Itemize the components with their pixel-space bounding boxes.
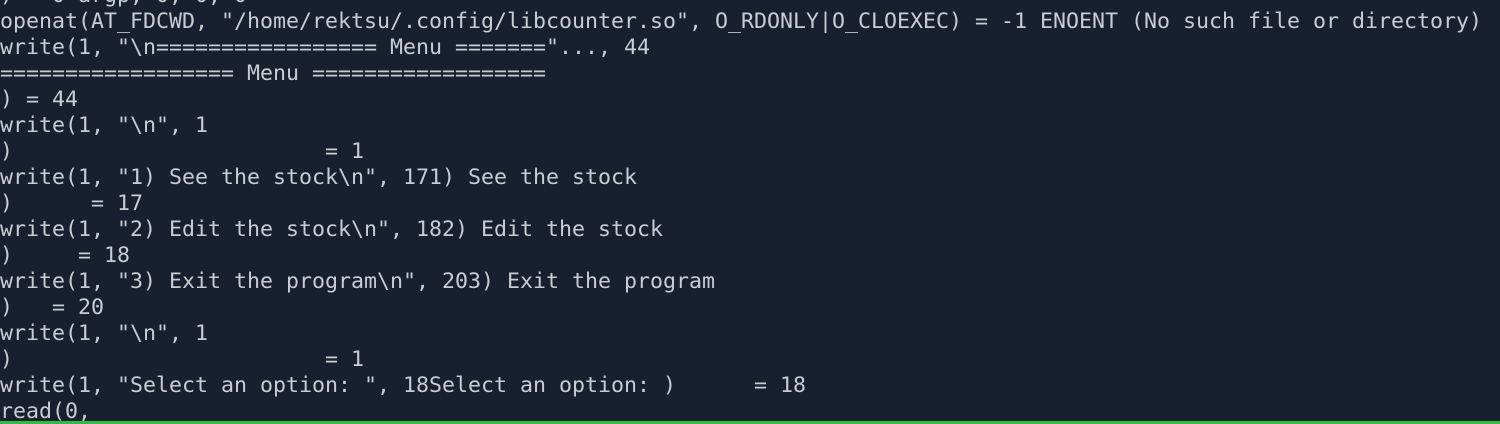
- terminal-line: write(1, "\n", 1: [0, 321, 209, 346]
- terminal-line: ) = 20: [0, 295, 105, 320]
- terminal-line: write(1, "1) See the stock\n", 171) See …: [0, 165, 638, 190]
- terminal-line: write(1, "\n", 1: [0, 113, 209, 138]
- terminal-line: write(1, "\n================= Menu =====…: [0, 35, 651, 60]
- terminal-line: openat(AT_FDCWD, "/home/rektsu/.config/l…: [0, 9, 1483, 34]
- terminal-line: ) = 18: [0, 243, 131, 268]
- terminal-line: write(1, "3) Exit the program\n", 203) E…: [0, 269, 716, 294]
- terminal-window[interactable]: ) = 0 argp, 0, 0, 0openat(AT_FDCWD, "/ho…: [0, 0, 1500, 424]
- terminal-line: ) = 1: [0, 347, 365, 372]
- terminal-line: ) = 0 argp, 0, 0, 0: [0, 0, 1482, 9]
- terminal-line: write(1, "Select an option: ", 18Select …: [0, 373, 807, 398]
- terminal-line: ) = 44: [0, 87, 79, 112]
- terminal-line: ) = 17: [0, 191, 144, 216]
- terminal-line: ) = 1: [0, 139, 365, 164]
- terminal-line: write(1, "2) Edit the stock\n", 182) Edi…: [0, 217, 664, 242]
- terminal-line: ================== Menu ================…: [0, 61, 547, 86]
- terminal-output: ) = 0 argp, 0, 0, 0openat(AT_FDCWD, "/ho…: [0, 0, 1482, 424]
